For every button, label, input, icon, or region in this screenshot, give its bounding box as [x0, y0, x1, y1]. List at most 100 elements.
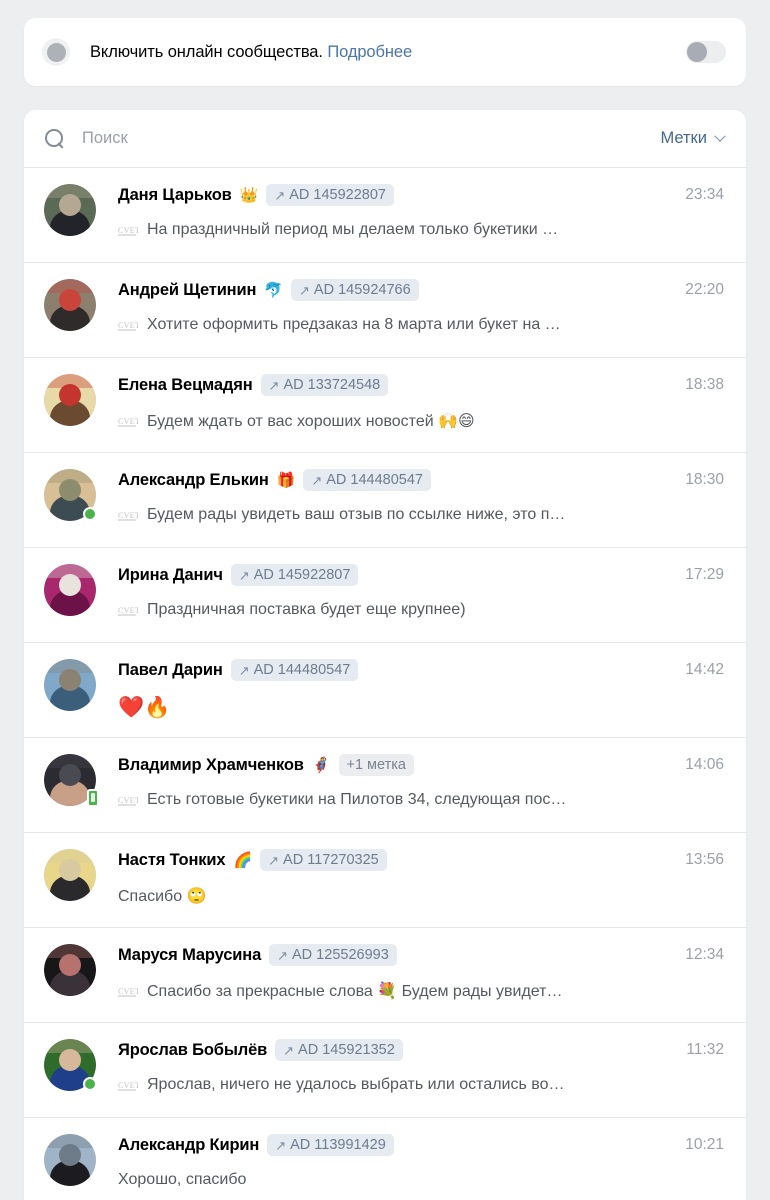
- avatar-image: [44, 564, 96, 616]
- external-link-arrow-icon: ↗: [283, 1042, 295, 1058]
- message-preview-text: Спасибо за прекрасные слова 💐 Будем рады…: [147, 983, 563, 1000]
- labels-dropdown[interactable]: Метки: [660, 129, 726, 148]
- mobile-online-indicator: [87, 789, 99, 807]
- ad-tag-badge[interactable]: ↗ AD 144480547: [303, 469, 431, 491]
- brand-logo-icon: CVET: [118, 984, 138, 998]
- message-preview-row: CVET На праздничный период мы делаем тол…: [118, 221, 724, 239]
- ad-tag-badge[interactable]: ↗ AD 145922807: [230, 564, 359, 586]
- contact-name: Маруся Марусина: [118, 945, 262, 964]
- conversation-list-card: Метки Даня Царьков 👑 ↗AD 145922807 23:34: [24, 110, 746, 1200]
- ad-tag-badge-label: AD 117270325: [283, 852, 379, 868]
- brand-logo-icon: CVET: [118, 793, 138, 807]
- contact-name: Александр Елькин: [118, 470, 269, 489]
- message-preview-text: Спасибо 🙄: [118, 888, 207, 905]
- conversation-row[interactable]: Владимир Храмченков 🦸 +1 метка 14:06 CVE…: [24, 738, 746, 833]
- external-link-arrow-icon: ↗: [311, 472, 323, 488]
- conversation-body: Владимир Храмченков 🦸 +1 метка 14:06 CVE…: [118, 752, 724, 818]
- contact-name: Даня Царьков: [118, 185, 232, 204]
- name-emoji-icon: 👑: [239, 186, 259, 204]
- avatar[interactable]: [44, 1039, 97, 1091]
- ad-tag-badge[interactable]: ↗ AD 133724548: [260, 374, 389, 396]
- svg-text:CVET: CVET: [118, 511, 138, 520]
- conversation-body: Даня Царьков 👑 ↗ AD 145922807 23:34 CVET …: [118, 182, 724, 248]
- message-preview-text: Праздничная поставка будет еще крупнее): [147, 601, 466, 618]
- ad-tag-badge[interactable]: ↗ AD 145924766: [291, 279, 419, 301]
- message-time: 18:38: [685, 376, 724, 393]
- brand-logo-icon: CVET: [118, 223, 138, 237]
- conversation-header: Ярослав Бобылёв ↗ AD 145921352 11:32: [118, 1038, 724, 1062]
- avatar[interactable]: [44, 279, 96, 331]
- conversation-row[interactable]: Андрей Щетинин 🐬 ↗ AD 145924766 22:20 CVE…: [24, 263, 746, 358]
- banner-message: Включить онлайн сообщества.: [90, 42, 323, 61]
- message-time: 13:56: [685, 851, 724, 868]
- conversation-row[interactable]: Маруся Марусина ↗ AD 125526993 12:34 CVET…: [24, 928, 746, 1023]
- conversation-row[interactable]: Елена Вецмадян ↗ AD 133724548 18:38 CVET …: [24, 358, 746, 453]
- avatar[interactable]: [44, 849, 96, 901]
- name-emoji-icon: 🌈: [233, 851, 253, 869]
- conversation-body: Андрей Щетинин 🐬 ↗ AD 145924766 22:20 CVE…: [118, 277, 724, 343]
- online-communities-toggle[interactable]: [686, 41, 726, 63]
- avatar-image: [44, 374, 96, 426]
- message-preview-row: Спасибо 🙄: [118, 886, 724, 906]
- message-preview-text: Есть готовые букетики на Пилотов 34, сле…: [147, 791, 567, 808]
- ad-tag-badge-label: AD 145922807: [289, 187, 386, 203]
- ad-tag-badge[interactable]: ↗ AD 117270325: [260, 849, 387, 871]
- message-time: 10:21: [685, 1136, 724, 1153]
- search-icon: [44, 128, 66, 150]
- avatar[interactable]: [44, 564, 96, 616]
- ad-tag-badge[interactable]: ↗ AD 145922807: [266, 184, 394, 206]
- message-time: 11:32: [686, 1041, 724, 1058]
- conversation-row[interactable]: Ярослав Бобылёв ↗ AD 145921352 11:32 CVET…: [24, 1023, 746, 1118]
- external-link-arrow-icon: ↗: [268, 377, 280, 393]
- avatar[interactable]: [44, 1134, 96, 1186]
- chevron-down-icon: [714, 130, 726, 142]
- toggle-knob: [687, 42, 707, 62]
- contact-name: Елена Вецмадян: [118, 375, 253, 394]
- svg-text:CVET: CVET: [118, 1081, 138, 1090]
- ad-tag-badge[interactable]: ↗ AD 145921352: [275, 1039, 403, 1061]
- label-count-badge[interactable]: +1 метка: [338, 754, 414, 776]
- avatar[interactable]: [44, 469, 97, 521]
- avatar[interactable]: [44, 944, 96, 996]
- brand-logo-icon: CVET: [118, 414, 138, 428]
- avatar[interactable]: [44, 754, 99, 807]
- conversation-row[interactable]: Александр Елькин 🎁 ↗ AD 144480547 18:30 C…: [24, 453, 746, 548]
- message-preview-row: CVET Хотите оформить предзаказ на 8 март…: [118, 316, 724, 334]
- contact-name: Ярослав Бобылёв: [118, 1040, 268, 1059]
- ad-tag-badge[interactable]: ↗ AD 125526993: [269, 944, 397, 966]
- conversation-row[interactable]: Ирина Данич ↗ AD 145922807 17:29 CVET Пра…: [24, 548, 746, 643]
- conversation-list: Даня Царьков 👑 ↗ AD 145922807 23:34 CVET …: [24, 168, 746, 1200]
- conversation-row[interactable]: Павел Дарин ↗ AD 144480547 14:42 ❤️🔥: [24, 643, 746, 738]
- conversation-header: Настя Тонких 🌈 ↗ AD 117270325 13:56: [118, 848, 724, 872]
- contact-name: Павел Дарин: [118, 660, 223, 679]
- conversation-row[interactable]: Настя Тонких 🌈 ↗ AD 117270325 13:56 Спаси…: [24, 833, 746, 928]
- external-link-arrow-icon: ↗: [268, 852, 280, 868]
- message-preview-text: Хорошо, спасибо: [118, 1171, 247, 1188]
- avatar-image: [44, 944, 96, 996]
- conversation-body: Ярослав Бобылёв ↗ AD 145921352 11:32 CVET…: [118, 1037, 724, 1103]
- avatar[interactable]: [44, 374, 96, 426]
- ad-tag-badge-label: AD 125526993: [292, 947, 389, 963]
- external-link-arrow-icon: ↗: [299, 282, 310, 298]
- message-preview-row: Хорошо, спасибо: [118, 1171, 724, 1189]
- brand-logo-icon: CVET: [118, 1078, 138, 1092]
- avatar[interactable]: [44, 659, 96, 711]
- banner-learn-more-link[interactable]: Подробнее: [327, 43, 412, 61]
- svg-text:CVET: CVET: [118, 606, 138, 615]
- message-time: 14:06: [685, 756, 724, 773]
- conversation-body: Павел Дарин ↗ AD 144480547 14:42 ❤️🔥: [118, 657, 724, 723]
- online-status-indicator: [83, 507, 97, 521]
- external-link-arrow-icon: ↗: [275, 1137, 287, 1153]
- avatar[interactable]: [44, 184, 96, 236]
- avatar-image: [44, 659, 96, 711]
- avatar-image: [44, 279, 96, 331]
- ad-tag-badge[interactable]: ↗ AD 113991429: [267, 1134, 394, 1156]
- conversation-row[interactable]: Даня Царьков 👑 ↗ AD 145922807 23:34 CVET …: [24, 168, 746, 263]
- message-preview-row: CVET Спасибо за прекрасные слова 💐 Будем…: [118, 981, 724, 1001]
- conversation-row[interactable]: Александр Кирин ↗ AD 113991429 10:21 Хоро…: [24, 1118, 746, 1200]
- message-preview-row: CVET Праздничная поставка будет еще круп…: [118, 601, 724, 619]
- ad-tag-badge-label: AD 144480547: [326, 472, 423, 488]
- message-time: 22:20: [685, 281, 724, 298]
- ad-tag-badge[interactable]: ↗ AD 144480547: [230, 659, 359, 681]
- search-input[interactable]: [82, 129, 661, 148]
